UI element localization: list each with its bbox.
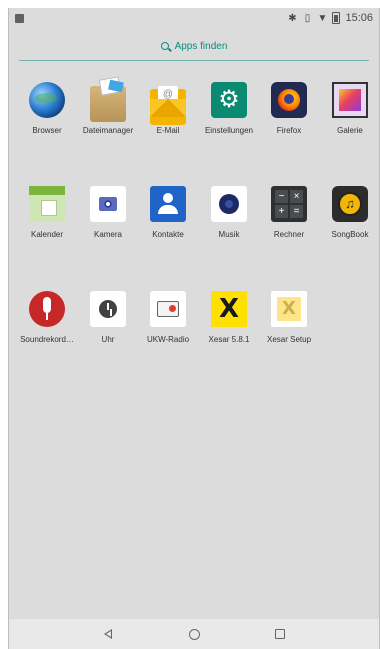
calc-key: − <box>275 190 288 203</box>
songbook-icon <box>332 186 368 222</box>
app-galerie[interactable]: Galerie <box>320 82 380 162</box>
app-kalender[interactable]: Kalender <box>17 186 77 266</box>
app-search-bar[interactable]: Apps finden <box>19 32 369 61</box>
home-button[interactable] <box>186 626 202 642</box>
app-label: UKW-Radio <box>146 335 190 344</box>
music-icon <box>211 186 247 222</box>
device-screen: ✱ ▯ ▼ 15:06 Apps finden Browser Dateiman… <box>8 8 380 649</box>
recents-icon <box>275 629 285 639</box>
app-firefox[interactable]: Firefox <box>259 82 319 162</box>
app-label: Uhr <box>101 335 115 344</box>
status-right: ✱ ▯ ▼ 15:06 <box>287 12 373 24</box>
calc-key: + <box>275 205 288 218</box>
status-bar: ✱ ▯ ▼ 15:06 <box>9 8 379 28</box>
recents-button[interactable] <box>272 626 288 642</box>
xesar-setup-icon <box>271 291 307 327</box>
app-label: Firefox <box>276 126 302 135</box>
app-label: Dateimanager <box>82 126 134 135</box>
fm-radio-icon <box>150 291 186 327</box>
app-label: Kontakte <box>152 230 184 239</box>
app-label: Kamera <box>93 230 122 239</box>
battery-icon <box>332 12 341 24</box>
navigation-bar <box>9 619 379 649</box>
app-label: Xesar 5.8.1 <box>208 335 250 344</box>
settings-icon <box>211 82 247 118</box>
contacts-icon <box>150 186 186 222</box>
app-label: Xesar Setup <box>266 335 312 344</box>
app-xesar-setup[interactable]: Xesar Setup <box>259 291 319 371</box>
back-button[interactable] <box>100 626 116 642</box>
sound-recorder-icon <box>29 291 65 327</box>
app-label: Galerie <box>337 126 363 135</box>
calendar-icon <box>29 186 65 222</box>
xesar-icon <box>211 291 247 327</box>
app-einstellungen[interactable]: Einstellungen <box>199 82 259 162</box>
app-label: Musik <box>218 230 240 239</box>
search-underline <box>19 60 369 61</box>
calc-key: = <box>290 205 303 218</box>
vibrate-icon: ▯ <box>304 12 311 24</box>
app-uhr[interactable]: Uhr <box>78 291 138 371</box>
search-icon <box>160 42 169 50</box>
calc-key: × <box>290 190 303 203</box>
app-musik[interactable]: Musik <box>199 186 259 266</box>
app-label: SongBook <box>331 230 369 239</box>
firefox-icon <box>271 82 307 118</box>
app-label: Rechner <box>273 230 305 239</box>
bluetooth-icon: ✱ <box>288 12 297 24</box>
app-label: Kalender <box>30 230 64 239</box>
app-label: Soundrekord… <box>20 335 74 344</box>
search-label: Apps finden <box>174 40 228 52</box>
status-time: 15:06 <box>345 12 373 24</box>
app-kamera[interactable]: Kamera <box>78 186 138 266</box>
notification-icon <box>15 13 24 23</box>
app-dateimanager[interactable]: Dateimanager <box>78 82 138 162</box>
app-ukw-radio[interactable]: UKW-Radio <box>138 291 198 371</box>
clock-icon <box>90 291 126 327</box>
app-songbook[interactable]: SongBook <box>320 186 380 266</box>
email-icon <box>150 86 186 125</box>
camera-icon <box>90 186 126 222</box>
app-email[interactable]: E-Mail <box>138 82 198 162</box>
status-left <box>15 13 24 23</box>
gallery-icon <box>332 82 368 118</box>
calculator-icon: − × + = <box>271 186 307 222</box>
wifi-icon: ▼ <box>317 12 328 24</box>
home-icon <box>188 628 200 640</box>
file-manager-icon <box>90 86 126 122</box>
app-label: Einstellungen <box>204 126 254 135</box>
app-rechner[interactable]: − × + = Rechner <box>259 186 319 266</box>
app-browser[interactable]: Browser <box>17 82 77 162</box>
app-label: E-Mail <box>156 126 180 135</box>
app-kontakte[interactable]: Kontakte <box>138 186 198 266</box>
app-label: Browser <box>32 126 62 135</box>
app-soundrekorder[interactable]: Soundrekord… <box>17 291 77 371</box>
browser-icon <box>29 82 65 118</box>
app-xesar[interactable]: Xesar 5.8.1 <box>199 291 259 371</box>
back-icon <box>104 629 112 639</box>
